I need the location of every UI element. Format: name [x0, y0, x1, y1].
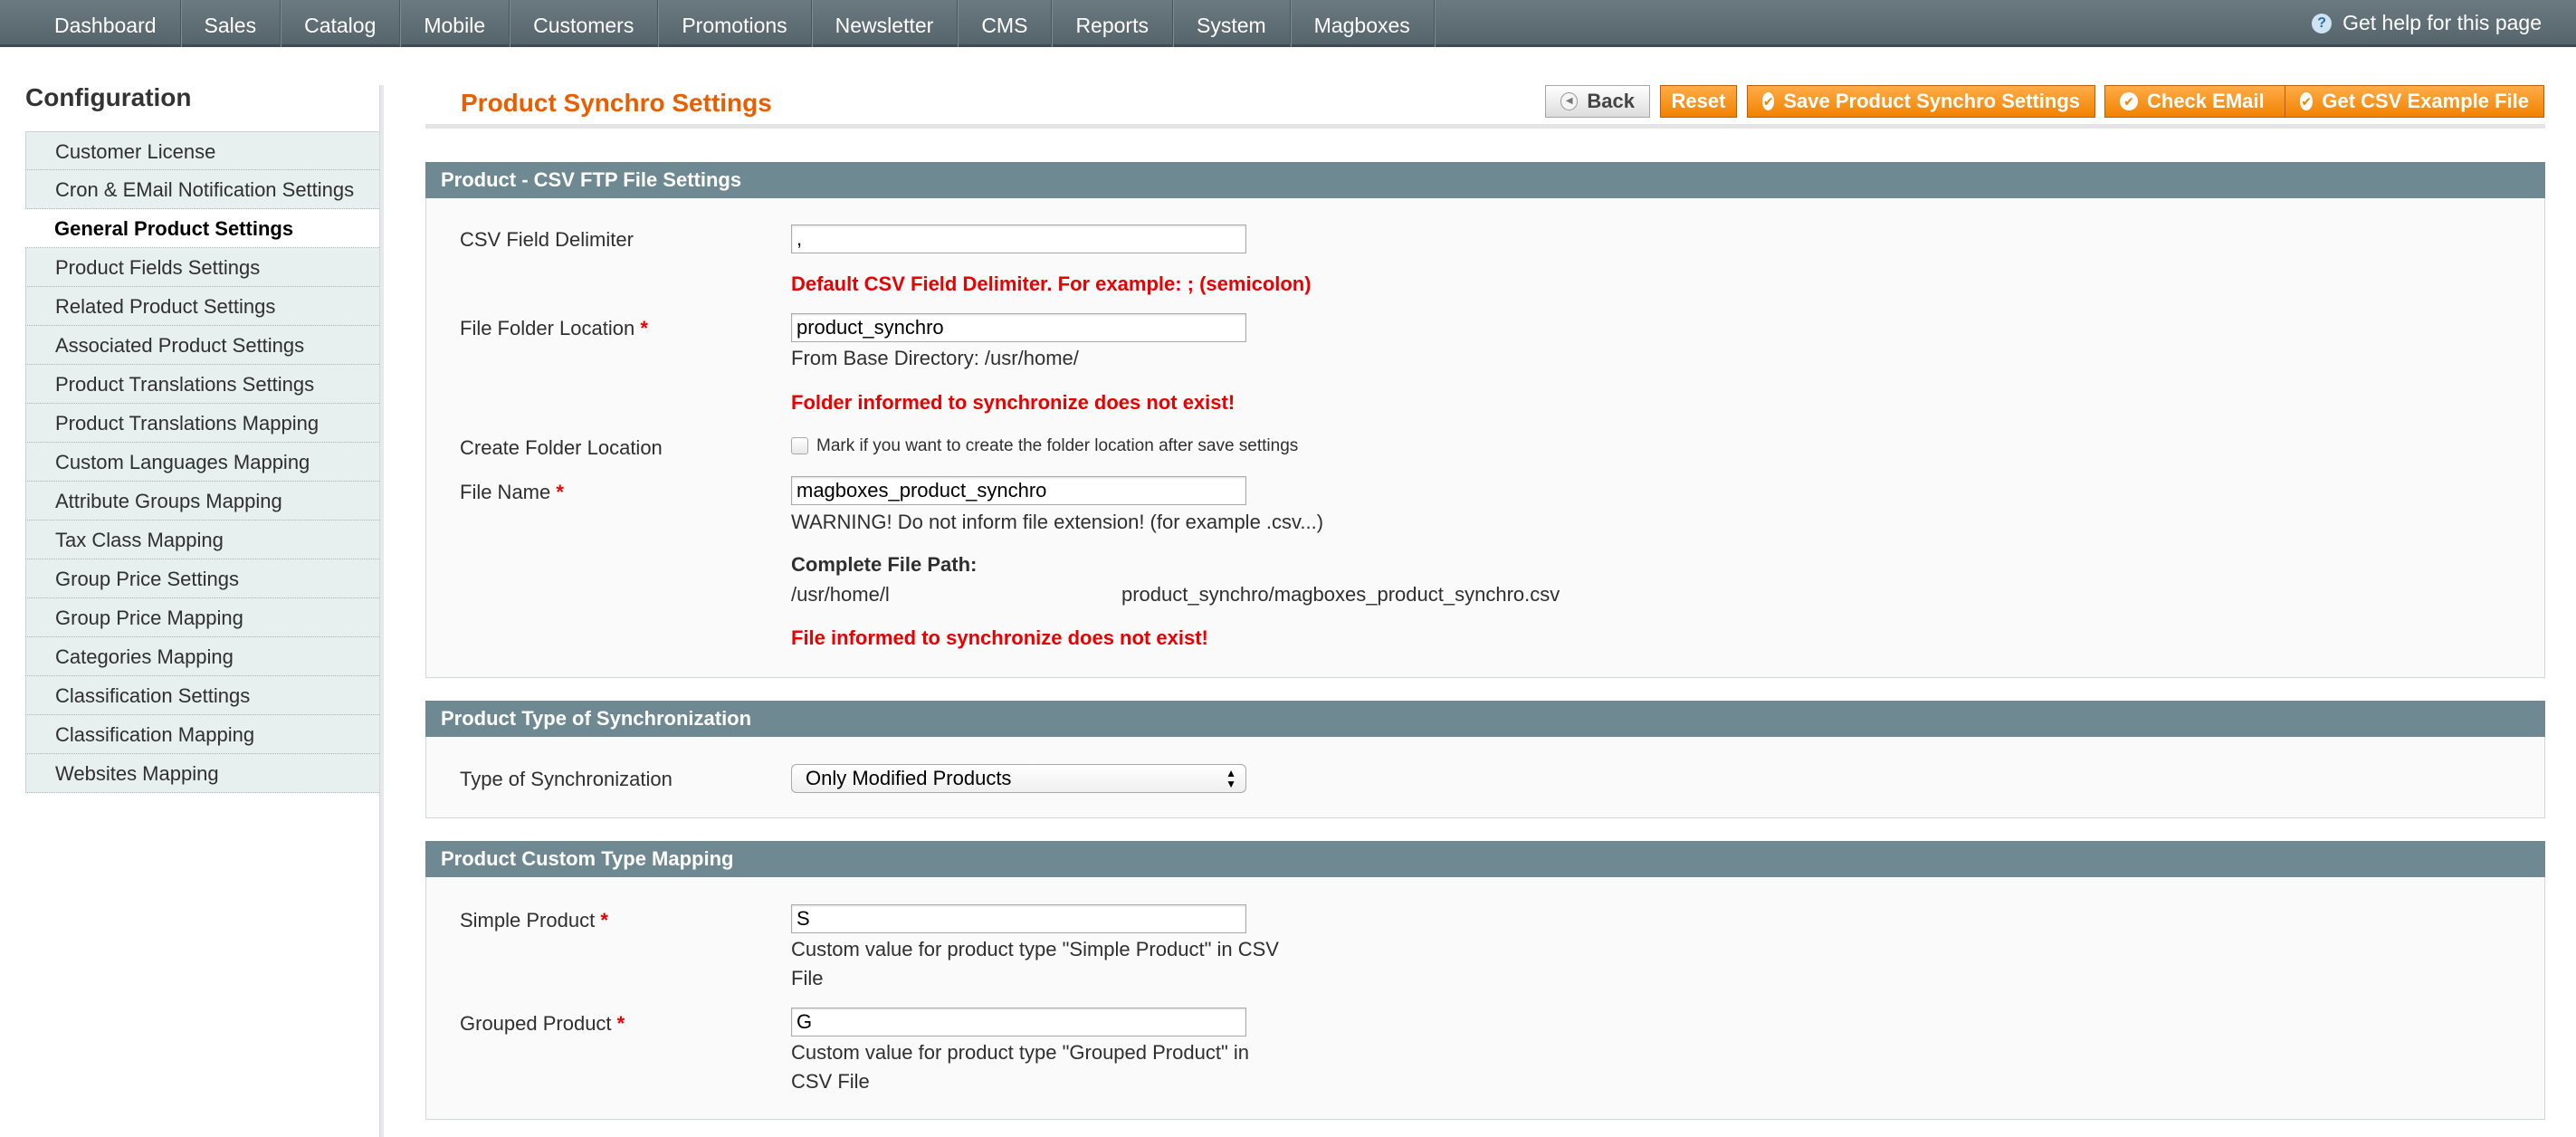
- folder-error-message: Folder informed to synchronize does not …: [791, 391, 1236, 414]
- check-icon: ✔: [2120, 92, 2138, 110]
- select-arrows-icon: ▲ ▼: [1226, 767, 1236, 790]
- create-folder-checkbox[interactable]: [791, 437, 808, 454]
- help-icon: ?: [2312, 13, 2333, 33]
- sidebar-item-attribute-groups[interactable]: Attribute Groups Mapping: [25, 482, 383, 521]
- simple-product-note-line1: Custom value for product type "Simple Pr…: [791, 938, 1279, 960]
- sidebar-item-general-product-settings[interactable]: General Product Settings: [25, 209, 383, 248]
- folder-location-label: File Folder Location *: [460, 317, 648, 339]
- nav-reports[interactable]: Reports: [1052, 0, 1173, 47]
- section-body-type-mapping: [425, 877, 2545, 1120]
- sidebar-item-customer-license[interactable]: Customer License: [25, 131, 383, 170]
- help-link[interactable]: ? Get help for this page: [2312, 11, 2542, 35]
- sidebar-divider: [379, 85, 384, 1137]
- sidebar: Configuration Customer License Cron & EM…: [0, 47, 384, 1137]
- check-email-button[interactable]: ✔ Check EMail: [2104, 85, 2288, 118]
- nav-cms[interactable]: CMS: [958, 0, 1053, 47]
- sidebar-item-group-price-mapping[interactable]: Group Price Mapping: [25, 598, 383, 637]
- csv-example-button-label: Get CSV Example File: [2322, 90, 2529, 112]
- file-name-label: File Name *: [460, 481, 564, 503]
- folder-location-note: From Base Directory: /usr/home/: [791, 347, 1079, 369]
- create-folder-checkbox-label: Mark if you want to create the folder lo…: [816, 436, 1299, 455]
- nav-menu: Dashboard Sales Catalog Mobile Customers…: [29, 0, 1435, 47]
- help-link-label: Get help for this page: [2342, 11, 2542, 34]
- sidebar-item-product-translations-mapping[interactable]: Product Translations Mapping: [25, 404, 383, 443]
- required-mark: *: [600, 909, 608, 932]
- complete-path-label: Complete File Path:: [791, 553, 978, 576]
- check-icon: ✔: [1762, 92, 1775, 110]
- sidebar-item-classification-mapping[interactable]: Classification Mapping: [25, 715, 383, 754]
- check-icon: ✔: [2300, 92, 2314, 110]
- nav-dashboard[interactable]: Dashboard: [29, 0, 181, 47]
- section-header-sync-type[interactable]: Product Type of Synchronization: [425, 701, 2545, 737]
- sync-type-label: Type of Synchronization: [460, 768, 673, 790]
- sidebar-item-categories-mapping[interactable]: Categories Mapping: [25, 637, 383, 676]
- sidebar-item-associated-product[interactable]: Associated Product Settings: [25, 326, 383, 365]
- sidebar-item-tax-class[interactable]: Tax Class Mapping: [25, 521, 383, 559]
- save-settings-button[interactable]: ✔ Save Product Synchro Settings: [1747, 85, 2095, 118]
- back-button-label: Back: [1587, 90, 1635, 112]
- section-body-sync-type: [425, 737, 2545, 818]
- reset-button-label: Reset: [1671, 90, 1726, 112]
- sync-type-select[interactable]: Only Modified Products ▲ ▼: [791, 764, 1246, 793]
- sidebar-title: Configuration: [25, 83, 192, 111]
- delimiter-label: CSV Field Delimiter: [460, 228, 634, 251]
- simple-product-label: Simple Product *: [460, 909, 608, 932]
- delimiter-hint: Default CSV Field Delimiter. For example…: [791, 272, 1312, 295]
- check-email-button-label: Check EMail: [2147, 90, 2265, 112]
- nav-promotions[interactable]: Promotions: [658, 0, 812, 47]
- required-mark: *: [556, 481, 564, 503]
- delimiter-input[interactable]: ,: [791, 225, 1246, 253]
- file-error-message: File informed to synchronize does not ex…: [791, 626, 1208, 649]
- sidebar-item-group-price-settings[interactable]: Group Price Settings: [25, 559, 383, 598]
- reset-button[interactable]: Reset: [1660, 85, 1737, 118]
- required-mark: *: [616, 1012, 625, 1035]
- top-navigation: Dashboard Sales Catalog Mobile Customers…: [0, 0, 2576, 47]
- sidebar-menu: Customer License Cron & EMail Notificati…: [25, 131, 383, 793]
- simple-product-input[interactable]: S: [791, 904, 1246, 933]
- nav-customers[interactable]: Customers: [510, 0, 659, 47]
- nav-mobile[interactable]: Mobile: [400, 0, 510, 47]
- csv-example-button[interactable]: ✔ Get CSV Example File: [2285, 85, 2544, 118]
- required-mark: *: [640, 317, 648, 339]
- nav-catalog[interactable]: Catalog: [281, 0, 401, 47]
- save-settings-button-label: Save Product Synchro Settings: [1783, 90, 2080, 112]
- nav-sales[interactable]: Sales: [181, 0, 281, 47]
- sidebar-item-product-translations-settings[interactable]: Product Translations Settings: [25, 365, 383, 404]
- complete-path-value: product_synchro/magboxes_product_synchro…: [1121, 583, 1560, 606]
- folder-location-input[interactable]: product_synchro: [791, 313, 1246, 342]
- page-title: Product Synchro Settings: [461, 89, 772, 117]
- file-name-warning: WARNING! Do not inform file extension! (…: [791, 511, 1324, 533]
- sidebar-item-related-product[interactable]: Related Product Settings: [25, 287, 383, 326]
- sidebar-item-classification-settings[interactable]: Classification Settings: [25, 676, 383, 715]
- grouped-product-note-line1: Custom value for product type "Grouped P…: [791, 1041, 1249, 1064]
- sidebar-item-websites-mapping[interactable]: Websites Mapping: [25, 754, 383, 793]
- nav-newsletter[interactable]: Newsletter: [812, 0, 959, 47]
- file-name-input[interactable]: magboxes_product_synchro: [791, 476, 1246, 505]
- sync-type-select-value: Only Modified Products: [806, 767, 1012, 789]
- section-header-type-mapping[interactable]: Product Custom Type Mapping: [425, 841, 2545, 877]
- title-divider: [425, 124, 2545, 129]
- grouped-product-note-line2: CSV File: [791, 1070, 870, 1093]
- simple-product-note-line2: File: [791, 967, 824, 989]
- section-header-csv-ftp[interactable]: Product - CSV FTP File Settings: [425, 162, 2545, 198]
- nav-magboxes[interactable]: Magboxes: [1291, 0, 1435, 47]
- grouped-product-label: Grouped Product *: [460, 1012, 625, 1035]
- sidebar-item-product-fields[interactable]: Product Fields Settings: [25, 248, 383, 287]
- back-arrow-icon: ◀: [1560, 92, 1579, 110]
- create-folder-label: Create Folder Location: [460, 436, 663, 459]
- sidebar-item-cron-email[interactable]: Cron & EMail Notification Settings: [25, 170, 383, 209]
- nav-system[interactable]: System: [1173, 0, 1291, 47]
- complete-path-base: /usr/home/l: [791, 583, 890, 606]
- sidebar-item-custom-languages[interactable]: Custom Languages Mapping: [25, 443, 383, 482]
- grouped-product-input[interactable]: G: [791, 1008, 1246, 1037]
- back-button[interactable]: ◀ Back: [1545, 85, 1650, 118]
